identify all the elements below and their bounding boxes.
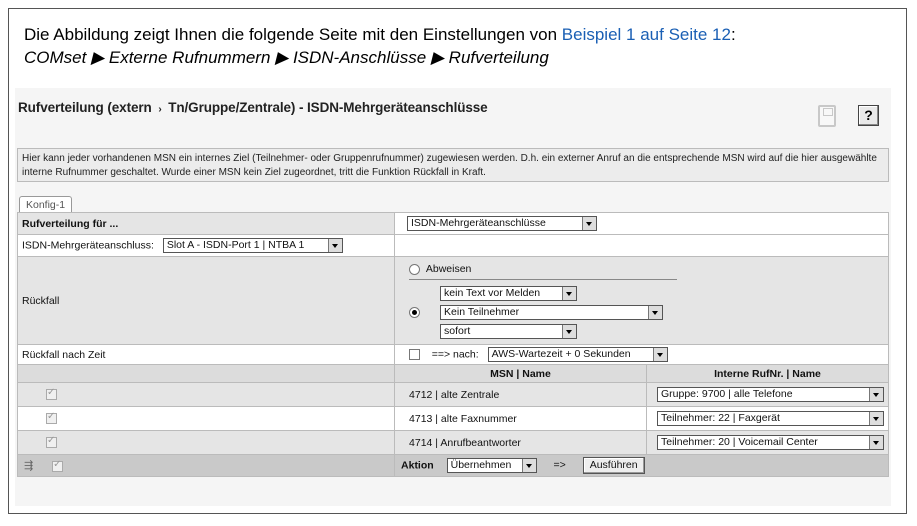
title-part-b: Tn/Gruppe/Zentrale) - ISDN-Mehrgeräteans… [168,100,488,115]
help-button[interactable]: ? [858,105,879,126]
table-row: 4712 | alte Zentrale Gruppe: 9700 | alle… [16,382,889,407]
anschluss-label: ISDN-Mehrgeräteanschluss: [22,239,154,252]
intro-link[interactable]: Beispiel 1 auf Seite 12 [562,25,731,44]
chevron-down-icon [327,239,342,252]
rueckfall-zeit-label: Rückfall nach Zeit [16,344,396,365]
chevron-down-icon [582,217,597,230]
aktion-select[interactable]: Übernehmen [446,458,537,473]
intern-select[interactable]: Teilnehmer: 20 | Voicemail Center [657,435,884,450]
chevron-down-icon [869,412,883,425]
settings-panel: Rufverteilung (extern › Tn/Gruppe/Zentra… [15,88,891,506]
select-all-checkbox[interactable] [52,459,64,472]
nach-select[interactable]: AWS-Wartezeit + 0 Sekunden [487,347,668,362]
table-row: 4714 | Anrufbeantworter Teilnehmer: 20 |… [16,430,889,455]
row-checkbox [46,387,57,401]
table-row: 4713 | alte Faxnummer Teilnehmer: 22 | F… [16,406,889,431]
intro-prefix: Die Abbildung zeigt Ihnen die folgende S… [24,25,562,44]
row-checkbox [46,411,57,425]
anschluss-cell: ISDN-Mehrgeräteanschluss: Slot A - ISDN-… [16,234,396,257]
chevron-down-icon [648,306,663,319]
chevron-down-icon [869,388,883,401]
text-select[interactable]: kein Text vor Melden [440,286,578,301]
title-part-a: Rufverteilung (extern [18,100,152,115]
divider [409,279,678,280]
rueckfall-zeit-checkbox[interactable] [409,349,421,360]
menu-path: COMset ▶ Externe Rufnummern ▶ ISDN-Ansch… [24,48,549,67]
save-icon[interactable] [818,105,836,127]
zeit-select[interactable]: sofort [440,324,578,339]
chevron-down-icon [521,459,536,472]
col-intern-header: Interne RufNr. | Name [646,364,889,383]
abweisen-label: Abweisen [425,263,472,275]
intro-text: Die Abbildung zeigt Ihnen die folgende S… [24,23,736,69]
chevron-down-icon [869,436,883,449]
intern-select[interactable]: Gruppe: 9700 | alle Telefone [657,387,884,402]
abweisen-radio[interactable] [409,263,421,275]
rufverteilung-label: Rufverteilung für ... [16,212,396,235]
rueckfall-label: Rückfall [16,256,396,345]
select-all-icon: ⇶ [24,460,34,472]
intern-select[interactable]: Teilnehmer: 22 | Faxgerät [657,411,884,426]
chevron-down-icon [562,287,577,300]
chevron-down-icon [562,325,577,338]
tab-konfig-1[interactable]: Konfig-1 [19,196,73,213]
row-checkbox [46,435,57,449]
page-title: Rufverteilung (extern › Tn/Gruppe/Zentra… [18,100,488,115]
title-arrow: › [158,104,162,115]
msn-cell: 4712 | alte Zentrale [394,382,647,407]
info-box: Hier kann jeder vorhandenen MSN ein inte… [17,148,889,182]
msn-cell: 4714 | Anrufbeantworter [394,430,647,455]
col-msn-header: MSN | Name [394,364,647,383]
nach-label: ==> nach: [431,348,479,361]
rueckfall-radio[interactable] [409,307,421,318]
anschluss-select[interactable]: Slot A - ISDN-Port 1 | NTBA 1 [162,238,343,253]
chevron-down-icon [652,348,667,361]
rufverteilung-select[interactable]: ISDN-Mehrgeräteanschlüsse [407,216,598,231]
msn-cell: 4713 | alte Faxnummer [394,406,647,431]
intro-suffix: : [730,25,736,44]
execute-button[interactable]: Ausführen [582,457,645,474]
aktion-label: Aktion [401,459,434,472]
aktion-arrow: => [553,459,566,472]
settings-table: Rufverteilung für ... ISDN-Mehrgeräteans… [16,212,889,477]
teilnehmer-select[interactable]: Kein Teilnehmer [440,305,664,320]
